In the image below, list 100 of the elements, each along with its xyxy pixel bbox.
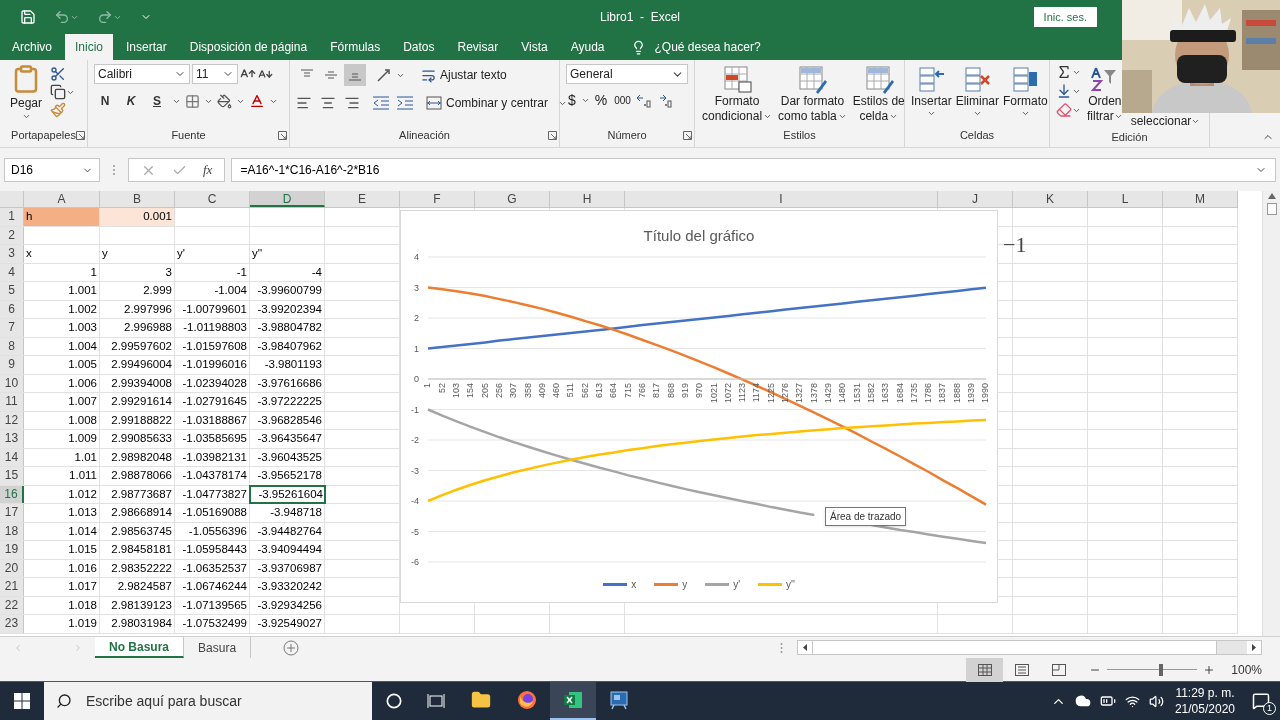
sum-icon[interactable] [1056,64,1072,80]
style-button[interactable]: Estilos de celda [851,64,906,124]
decrease-indent-icon[interactable] [372,96,390,110]
table-cell[interactable]: -3.9801193 [250,356,325,374]
table-cell[interactable]: -3.96043525 [250,448,325,466]
row-header[interactable]: 9 [0,356,24,374]
row-header[interactable]: 21 [0,578,24,596]
zoom-in-icon[interactable] [1203,663,1216,676]
copy-icon[interactable] [50,84,66,100]
column-header[interactable]: I [625,191,938,207]
table-cell[interactable]: 1.006 [24,374,100,392]
table-cell[interactable]: 1.005 [24,356,100,374]
merge-center-button[interactable]: Combinar y centrar [426,92,568,114]
sign-in-button[interactable]: Inic. ses. [1033,7,1097,27]
cut-icon[interactable] [50,66,66,82]
windows-logo-icon[interactable] [14,693,30,709]
clock-date[interactable]: 21/05/2020 [1174,701,1235,717]
table-cell[interactable]: 2.99085633 [100,430,175,448]
table-cell[interactable]: 2.98031984 [100,615,175,633]
table-cell[interactable]: 1.009 [24,430,100,448]
dialog-launcher-icon[interactable] [548,130,557,140]
table-cell[interactable]: -3.97616686 [250,374,325,392]
scroll-up-icon[interactable] [1267,193,1276,199]
table-cell[interactable]: 2.98878066 [100,467,175,485]
number-format-field[interactable]: General [566,64,688,84]
column-header[interactable]: D [250,191,325,207]
style-button[interactable]: Dar formato como tabla [777,64,848,124]
table-cell[interactable]: -1.004 [175,282,250,300]
table-cell[interactable]: 2.99394008 [100,374,175,392]
column-header[interactable]: M [1163,191,1238,207]
borders-icon[interactable] [185,93,200,109]
caret-icon[interactable] [21,112,31,121]
column-header[interactable]: E [325,191,400,207]
table-cell[interactable]: -3.93706987 [250,559,325,577]
menu-tab[interactable]: Fórmulas [320,34,391,60]
table-cell[interactable]: -1.00799601 [175,300,250,318]
increase-indent-icon[interactable] [396,96,414,110]
paste-button[interactable]: Pegar [6,64,46,121]
font-size-field[interactable]: 11 [192,64,238,84]
table-cell[interactable]: 1.008 [24,411,100,429]
table-cell[interactable]: -3.948718 [250,504,325,522]
table-cell[interactable]: 1.002 [24,300,100,318]
table-cell[interactable]: 1.007 [24,393,100,411]
table-cell[interactable]: 1.012 [24,485,100,503]
table-cell[interactable]: 2.99291614 [100,393,175,411]
row-header[interactable]: 23 [0,615,24,633]
tell-me-field[interactable]: ¿Qué desea hacer? [654,38,761,56]
table-cell[interactable]: -1.01597608 [175,337,250,355]
row-header[interactable]: 13 [0,430,24,448]
table-cell[interactable]: y [100,245,175,263]
table-cell[interactable]: x [24,245,100,263]
caret-icon[interactable] [972,109,982,118]
sheet-tab[interactable]: No Basura [95,637,185,658]
table-cell[interactable]: 2.98563745 [100,522,175,540]
search-field[interactable]: Escribe aquí para buscar [44,682,372,720]
table-cell[interactable]: 2.98668914 [100,504,175,522]
undo-icon[interactable] [54,9,70,25]
increase-decimal-icon[interactable] [635,92,654,109]
table-cell[interactable]: -3.94094494 [250,541,325,559]
normal-view-button[interactable] [966,657,1004,682]
table-cell[interactable]: 2.996988 [100,319,175,337]
table-cell[interactable]: 2.98982048 [100,448,175,466]
cells-button[interactable]: Insertar [911,64,952,118]
table-cell[interactable]: y' [175,245,250,263]
row-header[interactable]: 1 [0,208,24,226]
caret-icon[interactable] [580,96,590,105]
scroll-thumb[interactable] [1266,203,1277,215]
cells-button[interactable]: Formato [1003,64,1048,118]
scroll-left-icon[interactable] [798,641,812,654]
table-cell[interactable]: 1.017 [24,578,100,596]
menu-tab[interactable]: Ayuda [560,34,615,60]
table-cell[interactable]: 2.98139123 [100,596,175,614]
cloud-icon[interactable] [1074,693,1091,709]
column-header[interactable]: A [24,191,100,207]
row-header[interactable]: 11 [0,393,24,411]
table-cell[interactable]: -1.0556396 [175,522,250,540]
menu-tab[interactable]: Datos [393,34,445,60]
splitter-icon[interactable] [780,641,783,654]
table-cell[interactable]: 3 [100,263,175,281]
column-header[interactable]: F [400,191,475,207]
column-header[interactable]: J [938,191,1013,207]
table-cell[interactable]: 1.015 [24,541,100,559]
notifications-icon[interactable] [1252,692,1270,710]
menu-tab[interactable]: Disposición de página [179,34,318,60]
menu-tab[interactable]: Inicio [65,34,114,60]
row-header[interactable]: 17 [0,504,24,522]
table-cell[interactable]: -3.95261604 [250,485,325,503]
table-cell[interactable]: -1.04773827 [175,485,250,503]
table-cell[interactable]: -3.96435647 [250,430,325,448]
thousands-button[interactable]: 000 [612,93,633,108]
table-cell[interactable]: 1.011 [24,467,100,485]
table-cell[interactable]: -1.05958443 [175,541,250,559]
dialog-launcher-icon[interactable] [683,130,692,140]
table-cell[interactable]: -1.03982131 [175,448,250,466]
menu-tab[interactable]: Vista [511,34,558,60]
italic-button[interactable]: K [120,90,142,112]
menu-tab[interactable]: Insertar [116,34,177,60]
table-cell[interactable]: -1.01198803 [175,319,250,337]
table-cell[interactable]: 1.01 [24,448,100,466]
caret-icon[interactable] [1020,109,1030,118]
